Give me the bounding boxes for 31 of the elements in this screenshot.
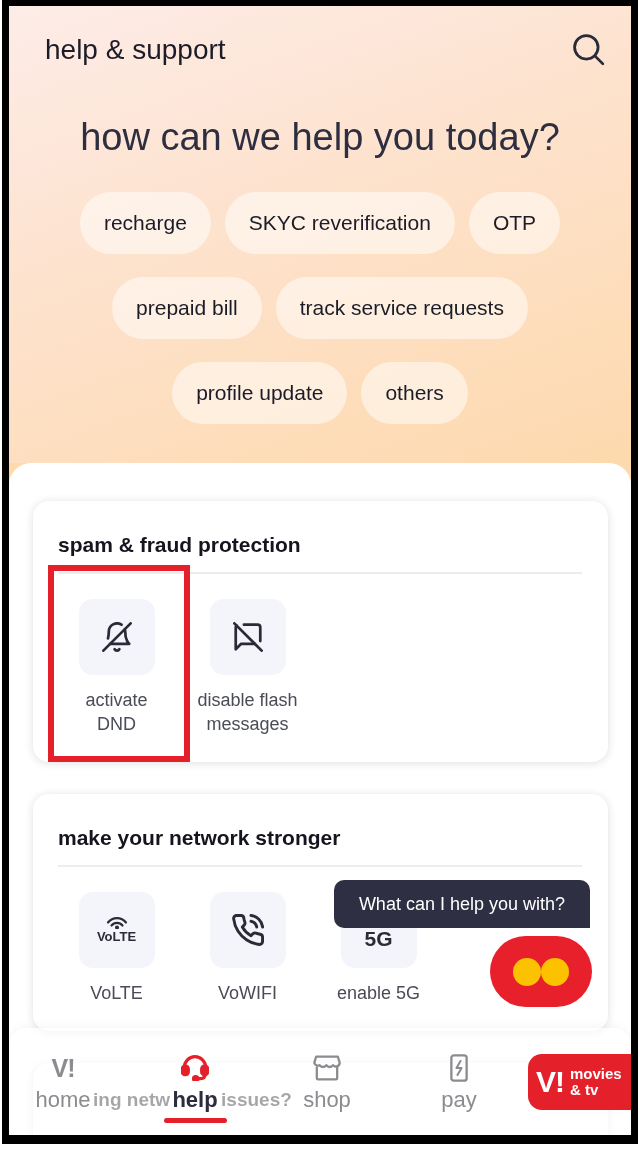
feature-button[interactable]: VoLTE VoLTE xyxy=(51,892,182,1005)
search-icon[interactable] xyxy=(573,34,605,66)
feature-button[interactable]: VoWIFI xyxy=(182,892,313,1005)
store-icon xyxy=(313,1055,341,1081)
topic-chip[interactable]: track service requests xyxy=(275,277,528,339)
feature-button[interactable]: disable flash messages xyxy=(182,599,313,736)
topic-chip[interactable]: recharge xyxy=(79,192,211,254)
feature-button[interactable]: activate DND xyxy=(51,599,182,736)
chat-tooltip: What can I help you with? xyxy=(333,880,590,928)
heading: how can we help you today? xyxy=(79,115,561,160)
dots-icon xyxy=(513,957,569,986)
topic-chip[interactable]: OTP xyxy=(468,192,561,254)
phone-bolt-icon xyxy=(450,1054,468,1082)
section-title: make your network stronger xyxy=(58,825,342,851)
page-title: help & support xyxy=(45,33,226,67)
section-title: spam & fraud protection xyxy=(58,532,302,558)
section-title: issues? xyxy=(221,1088,292,1112)
phone-waves-icon xyxy=(209,892,286,968)
bell-off-icon xyxy=(78,599,155,675)
chat-off-icon xyxy=(209,599,286,675)
topic-chip[interactable]: others xyxy=(361,362,468,424)
section-title: ing netw xyxy=(93,1088,171,1112)
signal-arcs-icon xyxy=(105,916,128,929)
topic-chip[interactable]: prepaid bill xyxy=(112,277,262,339)
logo-text: V! xyxy=(536,1066,564,1098)
topic-chip[interactable]: SKYC reverification xyxy=(224,192,455,254)
topic-chip[interactable]: profile update xyxy=(172,362,348,424)
headset-icon xyxy=(181,1055,209,1081)
nav-tab[interactable]: help xyxy=(172,1054,218,1113)
tile-text: VoLTE xyxy=(96,929,137,944)
logo-text: V! xyxy=(51,1055,75,1081)
